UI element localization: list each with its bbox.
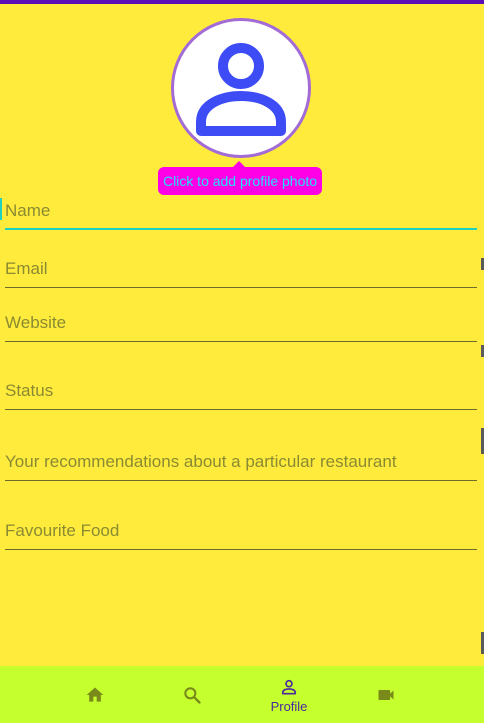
text-caret	[0, 198, 2, 220]
favourite-food-underline	[5, 549, 477, 550]
website-underline	[5, 341, 477, 342]
favourite-food-label: Favourite Food	[5, 521, 120, 540]
email-label: Email	[5, 259, 48, 278]
bottom-navigation: Profile	[0, 666, 484, 723]
status-underline	[5, 409, 477, 410]
status-field[interactable]: Status	[5, 374, 477, 410]
email-field[interactable]: Email	[5, 252, 477, 288]
status-bar-strip	[0, 0, 484, 4]
favourite-food-field[interactable]: Favourite Food	[5, 514, 477, 550]
person-icon	[281, 679, 297, 695]
name-underline	[5, 228, 477, 230]
nav-search[interactable]	[157, 666, 227, 723]
name-field[interactable]: Name	[5, 195, 477, 230]
profile-avatar[interactable]	[171, 18, 311, 158]
recommendations-field[interactable]: Your recommendations about a particular …	[5, 445, 477, 481]
nav-profile-label: Profile	[270, 699, 308, 714]
recommendations-label: Your recommendations about a particular …	[5, 452, 397, 471]
website-field[interactable]: Website	[5, 307, 477, 342]
nav-profile[interactable]: Profile	[254, 666, 324, 723]
status-label: Status	[5, 381, 54, 400]
name-label: Name	[5, 201, 51, 220]
home-icon	[86, 687, 104, 702]
website-label: Website	[5, 313, 67, 332]
nav-home[interactable]	[60, 666, 130, 723]
email-underline	[5, 287, 477, 288]
person-outline-icon	[196, 43, 286, 136]
nav-video[interactable]	[351, 666, 421, 723]
videocam-icon	[378, 690, 394, 700]
recommendations-underline	[5, 480, 477, 481]
add-profile-photo-tooltip: Click to add profile photo	[158, 161, 322, 195]
search-icon	[184, 687, 201, 704]
